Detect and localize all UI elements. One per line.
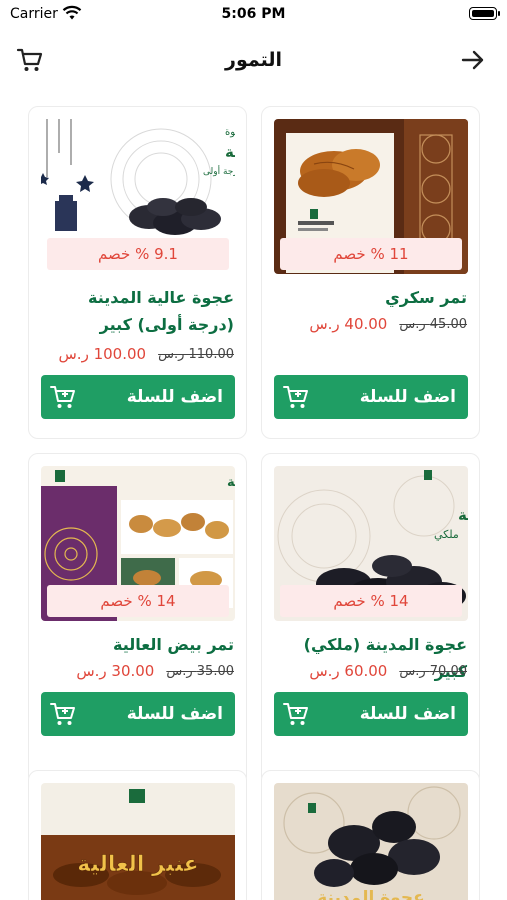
- image-caption: تمر بيض العالية: [227, 475, 235, 490]
- product-image: عجوة عالية المدينة درجة أولى 9.1 % خصم: [41, 119, 235, 274]
- product-image: عنبر العالية: [41, 783, 235, 900]
- arrow-right-icon[interactable]: [459, 46, 487, 74]
- image-caption: عالية المدينة: [225, 143, 235, 161]
- product-name[interactable]: تمر بيض العالية: [39, 631, 234, 658]
- cart-plus-icon: [50, 386, 75, 408]
- discount-badge: 9.1 % خصم: [47, 238, 229, 270]
- image-caption: عجوة: [225, 127, 235, 138]
- product-card[interactable]: عجوة عالية المدينة درجة أولى 9.1 % خصم ع…: [28, 106, 247, 439]
- cart-plus-icon: [283, 703, 308, 725]
- image-caption: ملكي: [434, 528, 459, 541]
- product-card[interactable]: عنبر العالية: [28, 770, 247, 900]
- nav-bar: التمور: [0, 40, 507, 80]
- price-row: 35.00 ر.س 30.00 ر.س: [39, 660, 234, 682]
- new-price: 30.00 ر.س: [76, 662, 155, 680]
- add-to-cart-button[interactable]: اضف للسلة: [274, 375, 468, 419]
- new-price: 40.00 ر.س: [309, 315, 388, 333]
- add-to-cart-button[interactable]: اضف للسلة: [41, 375, 235, 419]
- old-price: 70.00 ر.س: [399, 663, 467, 679]
- image-caption: عنبر العالية: [77, 852, 198, 877]
- discount-badge: 14 % خصم: [280, 585, 462, 617]
- price-row: 45.00 ر.س 40.00 ر.س: [272, 313, 467, 335]
- old-price: 45.00 ر.س: [399, 316, 467, 332]
- old-price: 35.00 ر.س: [166, 663, 234, 679]
- image-caption: درجة أولى: [203, 165, 235, 177]
- old-price: 110.00 ر.س: [158, 346, 234, 362]
- add-to-cart-label: اضف للسلة: [126, 704, 223, 724]
- cart-plus-icon: [50, 703, 75, 725]
- image-caption: عجوة المدينة: [458, 506, 468, 524]
- status-bar: Carrier 5:06 PM: [0, 0, 507, 30]
- product-card[interactable]: عجوة المدينة ملكي 14 % خصم عجوة المدينة …: [261, 453, 480, 786]
- product-card[interactable]: 11 % خصم تمر سكري 45.00 ر.س 40.00 ر.س اض…: [261, 106, 480, 439]
- add-to-cart-label: اضف للسلة: [359, 387, 456, 407]
- cart-plus-icon: [283, 386, 308, 408]
- product-image: عجوة المدينة: [274, 783, 468, 900]
- price-row: 70.00 ر.س 60.00 ر.س: [272, 660, 467, 682]
- discount-badge: 14 % خصم: [47, 585, 229, 617]
- product-image: تمر بيض العالية 14 % خصم: [41, 466, 235, 621]
- battery-icon: [469, 7, 500, 20]
- product-image: 11 % خصم: [274, 119, 468, 274]
- price-row: 110.00 ر.س 100.00 ر.س: [39, 343, 234, 365]
- image-caption: عجوة المدينة: [317, 888, 425, 900]
- product-card[interactable]: تمر بيض العالية 14 % خصم تمر بيض العالية…: [28, 453, 247, 786]
- new-price: 100.00 ر.س: [58, 345, 147, 363]
- add-to-cart-label: اضف للسلة: [126, 387, 223, 407]
- add-to-cart-button[interactable]: اضف للسلة: [274, 692, 468, 736]
- product-card[interactable]: عجوة المدينة: [261, 770, 480, 900]
- product-name[interactable]: تمر سكري: [272, 284, 467, 311]
- add-to-cart-label: اضف للسلة: [359, 704, 456, 724]
- status-time: 5:06 PM: [221, 6, 286, 22]
- product-image: عجوة المدينة ملكي 14 % خصم: [274, 466, 468, 621]
- discount-badge: 11 % خصم: [280, 238, 462, 270]
- new-price: 60.00 ر.س: [309, 662, 388, 680]
- product-name[interactable]: عجوة عالية المدينة (درجة أولى) كبير: [39, 284, 234, 338]
- page-title: التمور: [225, 49, 282, 71]
- add-to-cart-button[interactable]: اضف للسلة: [41, 692, 235, 736]
